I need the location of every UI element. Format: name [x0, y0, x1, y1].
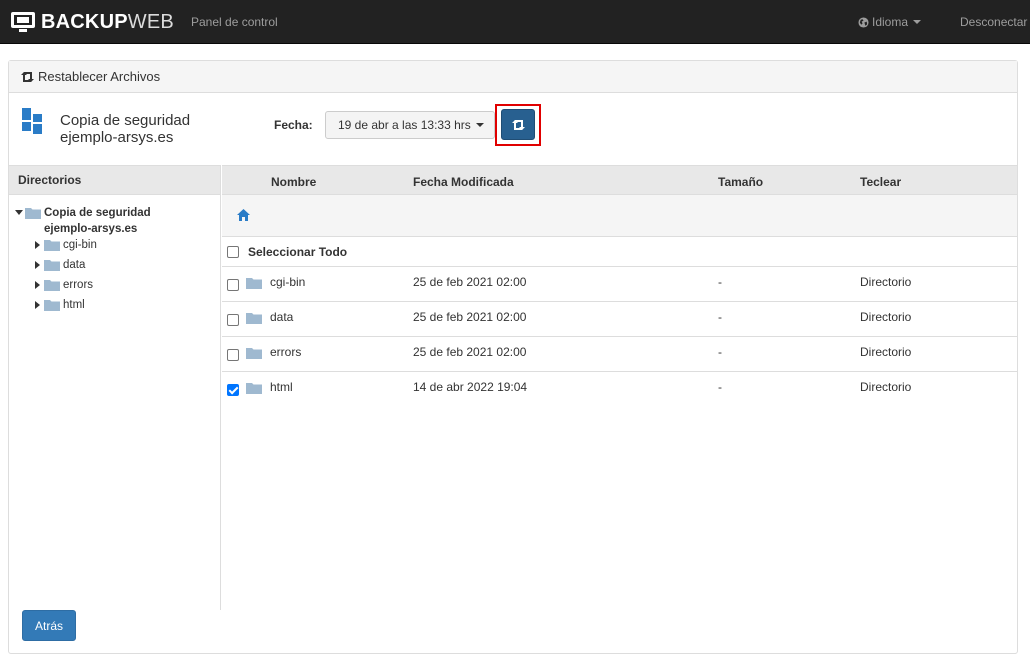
logout-link[interactable]: Desconectar: [960, 15, 1027, 29]
folder-icon: [44, 300, 60, 311]
brand-name-light: WEB: [127, 10, 174, 33]
panel-title: Restablecer Archivos: [38, 69, 161, 84]
row-checkbox-checked[interactable]: [227, 384, 239, 396]
retweet-icon: [21, 71, 34, 82]
folder-icon: [246, 348, 262, 359]
select-all-label[interactable]: Seleccionar Todo: [248, 245, 347, 259]
date-label: Fecha:: [274, 118, 313, 132]
tree-root-line2: ejemplo-arsys.es: [44, 223, 138, 235]
column-name-header[interactable]: Nombre: [271, 175, 316, 189]
tree-root-line1: Copia de seguridad: [44, 207, 151, 219]
tree-item-html[interactable]: html: [35, 299, 85, 311]
file-type: Directorio: [860, 310, 912, 324]
backup-title: Copia de seguridad ejemplo-arsys.es: [60, 112, 190, 146]
backup-title-line1: Copia de seguridad: [60, 112, 191, 129]
folder-icon: [44, 240, 60, 251]
tree-item-label: html: [63, 299, 85, 311]
folder-icon: [246, 278, 262, 289]
select-all-row: Seleccionar Todo: [222, 237, 1017, 267]
file-modified: 14 de abr 2022 19:04: [413, 380, 528, 394]
table-row: data 25 de feb 2021 02:00 - Directorio: [222, 302, 1017, 337]
tree-item-label: errors: [63, 279, 94, 291]
file-modified: 25 de feb 2021 02:00: [413, 275, 527, 289]
file-size: -: [718, 380, 722, 394]
expand-right-icon[interactable]: [35, 241, 40, 249]
column-size-header[interactable]: Tamaño: [718, 175, 763, 189]
language-label: Idioma: [872, 15, 909, 29]
tree-item-errors[interactable]: errors: [35, 279, 93, 291]
control-panel-link[interactable]: Panel de control: [191, 15, 278, 29]
file-type: Directorio: [860, 380, 912, 394]
files-table-header: Nombre Fecha Modificada Tamaño Teclear: [222, 165, 1017, 195]
table-row: cgi-bin 25 de feb 2021 02:00 - Directori…: [222, 267, 1017, 302]
home-row: [222, 195, 1017, 237]
table-row: html 14 de abr 2022 19:04 - Directorio: [222, 372, 1017, 407]
expand-down-icon[interactable]: [15, 210, 23, 215]
folder-icon: [246, 313, 262, 324]
tree-root[interactable]: Copia de seguridad ejemplo-arsys.es: [15, 205, 151, 237]
date-selected: 19 de abr a las 13:33 hrs: [338, 118, 471, 132]
table-row: errors 25 de feb 2021 02:00 - Directorio: [222, 337, 1017, 372]
folder-icon: [246, 383, 262, 394]
tree-item-label: cgi-bin: [63, 239, 97, 251]
globe-icon: [858, 16, 869, 28]
folder-icon: [44, 280, 60, 291]
brand-name: BACKUPWEB: [41, 11, 174, 34]
retweet-icon: [511, 119, 525, 130]
select-all-checkbox[interactable]: [227, 246, 239, 258]
directories-header: Directorios: [9, 165, 220, 195]
windows-blocks-icon: [22, 108, 42, 134]
row-checkbox[interactable]: [227, 349, 239, 361]
home-icon[interactable]: [237, 209, 250, 221]
files-column: Nombre Fecha Modificada Tamaño Teclear S…: [222, 165, 1017, 610]
file-type: Directorio: [860, 275, 912, 289]
file-type: Directorio: [860, 345, 912, 359]
tree-root-label: Copia de seguridad ejemplo-arsys.es: [44, 205, 151, 237]
file-size: -: [718, 275, 722, 289]
restore-panel: Restablecer Archivos Copia de seguridad …: [8, 60, 1018, 654]
chevron-down-icon: [475, 123, 484, 127]
panel-heading: Restablecer Archivos: [9, 61, 1017, 93]
column-type-header[interactable]: Teclear: [860, 175, 901, 189]
chevron-down-icon: [913, 20, 922, 24]
row-checkbox[interactable]: [227, 314, 239, 326]
folder-icon: [44, 260, 60, 271]
back-button[interactable]: Atrás: [22, 610, 76, 641]
file-size: -: [718, 345, 722, 359]
file-size: -: [718, 310, 722, 324]
file-name[interactable]: cgi-bin: [270, 275, 305, 289]
file-name[interactable]: data: [270, 310, 293, 324]
expand-right-icon[interactable]: [35, 281, 40, 289]
column-modified-header[interactable]: Fecha Modificada: [413, 175, 514, 189]
monitor-logo-icon: [11, 12, 35, 32]
row-checkbox[interactable]: [227, 279, 239, 291]
expand-right-icon[interactable]: [35, 261, 40, 269]
expand-right-icon[interactable]: [35, 301, 40, 309]
tree-item-data[interactable]: data: [35, 259, 85, 271]
tree-item-cgi-bin[interactable]: cgi-bin: [35, 239, 97, 251]
date-dropdown[interactable]: 19 de abr a las 13:33 hrs: [325, 111, 495, 139]
brand-logo[interactable]: BACKUPWEB: [10, 9, 174, 35]
folder-icon: [25, 208, 41, 219]
tree-item-label: data: [63, 259, 86, 271]
backup-domain: ejemplo-arsys.es: [60, 129, 174, 146]
top-navbar: BACKUPWEB Panel de control Idioma Descon…: [0, 0, 1030, 44]
language-dropdown[interactable]: Idioma: [858, 15, 922, 29]
file-name[interactable]: errors: [270, 345, 301, 359]
file-modified: 25 de feb 2021 02:00: [413, 345, 527, 359]
directories-column: Directorios Copia de seguridad ejemplo-a…: [9, 165, 221, 610]
refresh-button[interactable]: [501, 109, 535, 140]
brand-name-bold: BACKUP: [41, 10, 128, 33]
file-modified: 25 de feb 2021 02:00: [413, 310, 527, 324]
file-name[interactable]: html: [270, 380, 293, 394]
